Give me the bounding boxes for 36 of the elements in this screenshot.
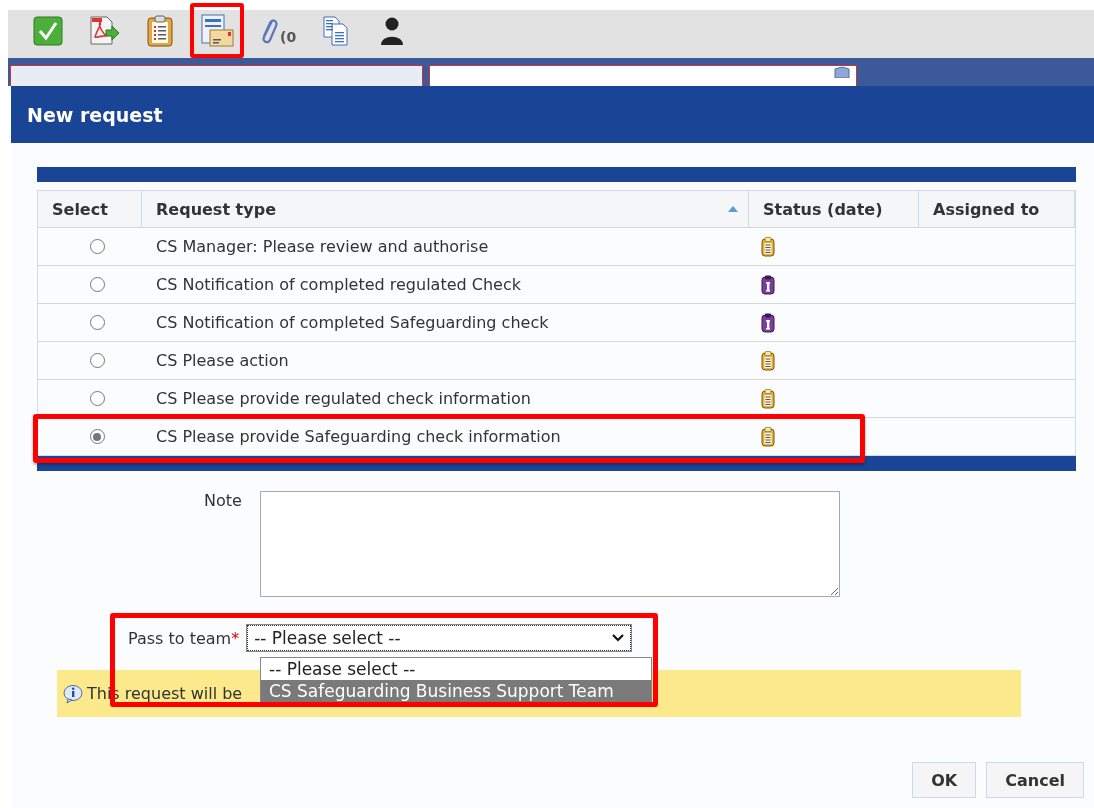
request-type-column-header[interactable]: Request type xyxy=(142,191,749,227)
toolbar-button[interactable]: (0 xyxy=(248,3,307,58)
dialog-title: New request xyxy=(27,103,163,126)
request-type-cell-text: CS Notification of completed regulated Check xyxy=(155,274,522,296)
ok-button[interactable]: OK xyxy=(912,762,977,798)
clipboard-icon xyxy=(147,14,173,47)
dropdown-option[interactable]: CS Safeguarding Business Support Team xyxy=(261,680,651,702)
cancel-button[interactable]: Cancel xyxy=(986,762,1084,798)
radio-button[interactable] xyxy=(89,391,105,406)
chevron-down-icon xyxy=(612,634,625,642)
user-icon xyxy=(380,15,405,46)
tab[interactable] xyxy=(10,65,423,86)
radio-button[interactable] xyxy=(89,429,105,444)
request-type-cell-text: CS Please provide Safeguarding check information xyxy=(155,426,562,448)
select-column-header[interactable]: Select xyxy=(38,191,142,227)
team-select[interactable]: -- Please select -- xyxy=(247,625,632,651)
status-column-header[interactable]: Status (date) xyxy=(749,191,919,227)
request-type-cell-text: CS Notification of completed Safeguarding check xyxy=(155,312,550,334)
request-type-cell-text: CS Please provide regulated check information xyxy=(155,388,532,410)
tab[interactable] xyxy=(429,65,857,86)
note-label: Note xyxy=(204,491,242,512)
request-type-cell-text: CS Please action xyxy=(155,350,290,372)
documents-icon xyxy=(322,14,351,47)
radio-button[interactable] xyxy=(89,315,105,330)
assigned-column-header[interactable]: Assigned to xyxy=(919,191,1075,227)
radio-button[interactable] xyxy=(89,353,105,368)
sort-arrow-icon xyxy=(728,206,738,212)
info-icon xyxy=(63,683,83,704)
pdf-export-icon xyxy=(88,14,120,47)
checkmark-icon xyxy=(33,15,63,46)
note-field[interactable] xyxy=(259,491,840,597)
team-label: Pass to team* xyxy=(128,628,240,648)
form-envelope-icon xyxy=(200,13,234,48)
radio-button[interactable] xyxy=(89,277,105,292)
radio-button[interactable] xyxy=(89,239,105,254)
request-type-cell-text: CS Manager: Please review and authorise xyxy=(155,236,490,258)
